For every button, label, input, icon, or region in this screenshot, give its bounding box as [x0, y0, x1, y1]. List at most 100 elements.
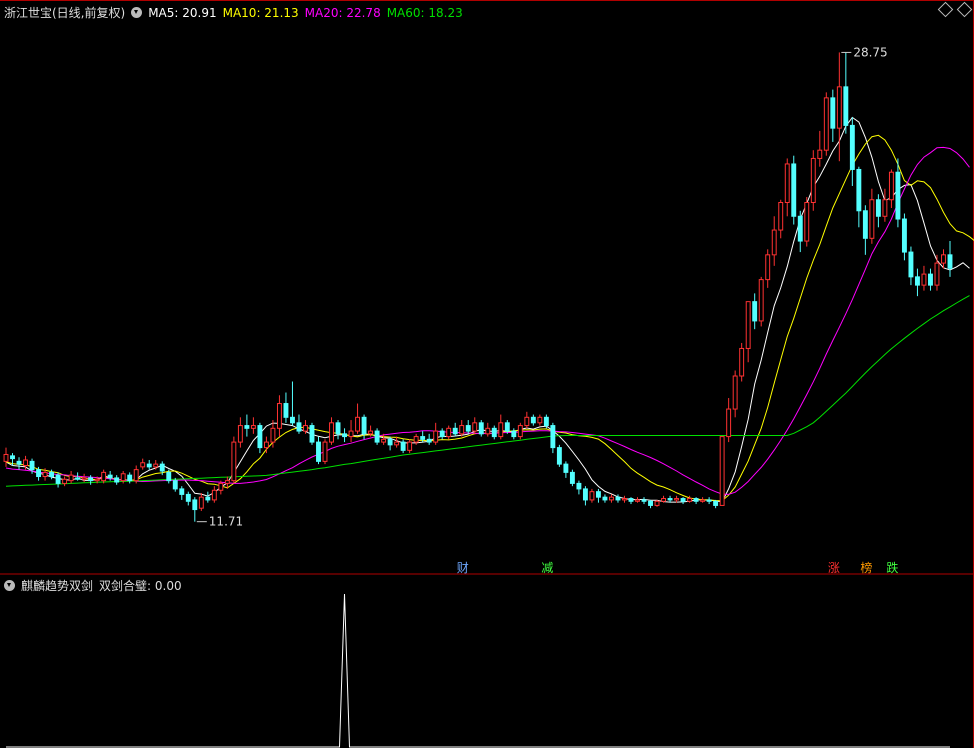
- dropdown-icon[interactable]: [4, 580, 15, 591]
- candle: [524, 411, 530, 429]
- event-marker[interactable]: 减: [540, 559, 554, 576]
- candle-body: [524, 416, 530, 427]
- candle-body: [400, 441, 406, 451]
- candle-body: [595, 491, 601, 498]
- candle-body: [88, 477, 94, 482]
- candle: [752, 293, 758, 330]
- candle: [830, 89, 836, 142]
- event-marker[interactable]: 榜: [859, 559, 873, 576]
- candle-body: [947, 254, 953, 269]
- candle: [485, 422, 491, 437]
- candle-body: [127, 474, 133, 482]
- candle-body: [543, 416, 549, 427]
- candle-body: [81, 477, 87, 480]
- candle: [713, 499, 719, 509]
- event-marker[interactable]: 跌: [885, 559, 899, 576]
- candle-body: [615, 496, 621, 501]
- candle: [693, 497, 699, 505]
- ma5-label: MA5: 20.91: [148, 5, 217, 20]
- candle: [784, 158, 790, 217]
- candle: [237, 417, 243, 448]
- candle-body: [439, 430, 445, 438]
- candle: [602, 494, 608, 503]
- candle-body: [237, 425, 243, 443]
- candle-body: [628, 498, 634, 502]
- candle: [257, 422, 263, 454]
- candle: [928, 268, 933, 291]
- candle-body: [862, 210, 868, 239]
- candle-body: [888, 171, 894, 201]
- candle: [3, 447, 9, 467]
- candle-body: [146, 463, 152, 468]
- candle-body: [426, 438, 432, 443]
- candle: [661, 495, 666, 503]
- candle: [478, 420, 484, 437]
- candle: [439, 428, 445, 440]
- candle-body: [276, 403, 282, 429]
- candle-body: [726, 408, 732, 438]
- candle: [68, 471, 74, 484]
- candle: [641, 497, 647, 505]
- candle-body: [166, 471, 172, 482]
- candle-body: [407, 441, 413, 451]
- candle-body: [192, 499, 198, 511]
- candle-body: [224, 480, 230, 484]
- candle-body: [491, 427, 497, 438]
- event-marker[interactable]: 财: [456, 559, 470, 576]
- candle-body: [250, 425, 256, 429]
- candle-body: [381, 438, 387, 443]
- candle-body: [485, 427, 491, 435]
- candle: [595, 488, 601, 503]
- candle-body: [433, 430, 439, 443]
- candle: [185, 491, 191, 506]
- candle: [446, 425, 452, 440]
- candle: [459, 420, 465, 437]
- candle: [947, 241, 953, 277]
- candle-body: [687, 498, 693, 502]
- candle-body: [875, 199, 881, 217]
- candle-body: [361, 416, 367, 435]
- candle-body: [882, 199, 888, 217]
- candle-body: [830, 97, 836, 129]
- candle-body: [778, 202, 784, 231]
- candle-body: [609, 496, 614, 501]
- candle: [569, 469, 575, 487]
- candle: [472, 417, 478, 434]
- candle: [908, 246, 914, 286]
- candle-body: [153, 463, 159, 468]
- candle: [309, 422, 315, 445]
- candle-body: [941, 254, 946, 264]
- candle-body: [159, 463, 165, 472]
- candle-body: [296, 422, 302, 432]
- event-marker[interactable]: 涨: [827, 559, 841, 576]
- candle-body: [908, 251, 914, 278]
- candle: [296, 414, 302, 434]
- stock-chart: 28.75 11.71: [0, 0, 974, 748]
- candle: [687, 495, 693, 503]
- dropdown-icon[interactable]: [131, 7, 143, 18]
- candle: [875, 194, 881, 228]
- candle-body: [745, 301, 751, 349]
- candle-body: [348, 430, 354, 438]
- candle: [609, 494, 614, 503]
- indicator-title[interactable]: 麒麟趋势双剑: [21, 577, 93, 594]
- candle: [582, 486, 588, 506]
- candle: [817, 130, 823, 167]
- ma60-label: MA60: 18.23: [386, 5, 463, 20]
- chart-title[interactable]: 浙江世宝(日线,前复权): [4, 4, 125, 21]
- candle: [739, 342, 745, 382]
- ma-line-ma10: [5, 134, 974, 502]
- candle-body: [563, 463, 569, 473]
- candle-body: [75, 477, 81, 480]
- candle-body: [68, 474, 74, 482]
- candle: [335, 420, 341, 440]
- candle-body: [316, 441, 321, 462]
- candle: [843, 52, 849, 134]
- candle: [16, 457, 22, 470]
- candle-body: [29, 460, 35, 471]
- candle: [869, 188, 875, 244]
- candle: [726, 398, 732, 443]
- candle: [192, 497, 198, 522]
- ma10-label: MA10: 21.13: [222, 5, 299, 20]
- candle: [771, 216, 777, 266]
